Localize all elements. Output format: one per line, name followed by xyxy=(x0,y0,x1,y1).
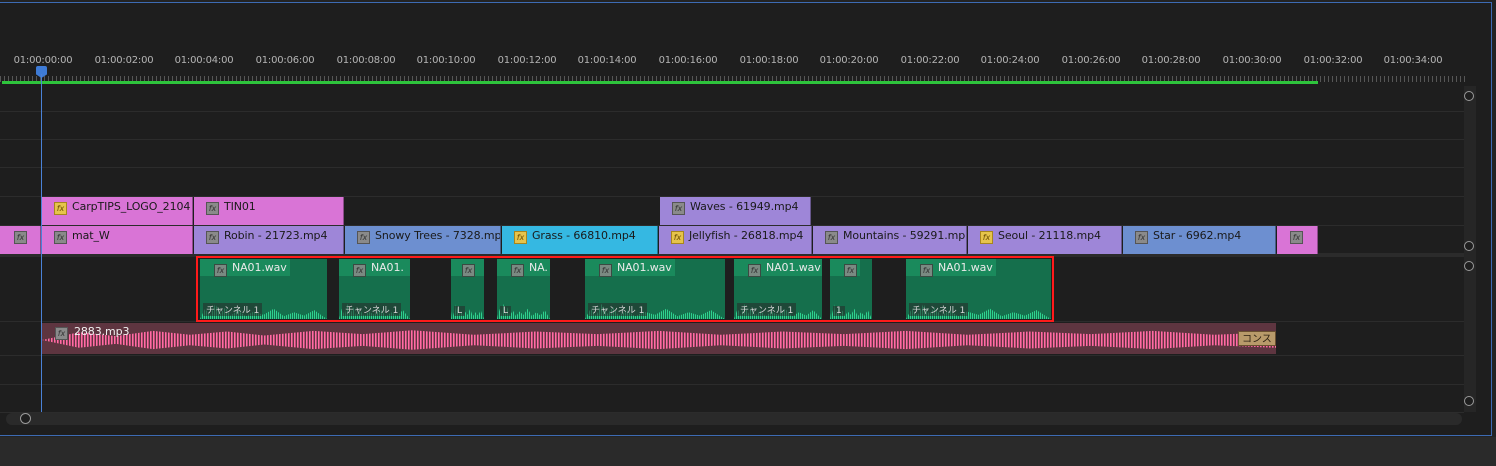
clip-label: Star - 6962.mp4 xyxy=(1153,229,1242,242)
clip-label: Grass - 66810.mp4 xyxy=(532,229,636,242)
fx-badge-icon: fx xyxy=(671,231,684,244)
fx-badge-icon: fx xyxy=(825,231,838,244)
timecode-label: 01:00:24:00 xyxy=(980,55,1040,66)
timecode-label: 01:00:08:00 xyxy=(336,55,396,66)
audio-waveform-right xyxy=(42,340,1276,350)
audio-track-3[interactable] xyxy=(0,355,1464,385)
video-clip[interactable]: fx Jellyfish - 26818.mp4 xyxy=(659,226,812,254)
clip-label: Mountains - 59291.mp xyxy=(843,229,966,242)
clip-label: Seoul - 21118.mp4 xyxy=(998,229,1101,242)
timecode-label: 01:00:00:00 xyxy=(13,55,73,66)
timecode-label: 01:00:26:00 xyxy=(1061,55,1121,66)
timecode-label: 01:00:16:00 xyxy=(658,55,718,66)
timecode-label: 01:00:10:00 xyxy=(416,55,476,66)
vscroll-video-bottom-handle[interactable] xyxy=(1464,241,1474,251)
fx-badge-icon: fx xyxy=(206,231,219,244)
audio-waveform-left xyxy=(42,330,1276,340)
hscroll-handle[interactable] xyxy=(20,413,31,424)
timecode-label: 01:00:12:00 xyxy=(497,55,557,66)
timecode-label: 01:00:14:00 xyxy=(577,55,637,66)
video-clip[interactable]: fx xyxy=(0,226,41,254)
vscroll-audio-top-handle[interactable] xyxy=(1464,261,1474,271)
clip-label: Snowy Trees - 7328.mp xyxy=(375,229,501,242)
work-area-bar[interactable] xyxy=(2,81,1318,84)
bottom-strip xyxy=(0,437,1496,466)
timecode-label: 01:00:28:00 xyxy=(1141,55,1201,66)
video-track-4[interactable] xyxy=(0,139,1464,168)
playhead-line xyxy=(41,74,42,412)
clip-label: Robin - 21723.mp4 xyxy=(224,229,328,242)
video-clip[interactable]: fx Star - 6962.mp4 xyxy=(1123,226,1276,254)
audio-track-4[interactable] xyxy=(0,384,1464,413)
fx-badge-icon: fx xyxy=(55,327,68,340)
video-track-6[interactable] xyxy=(0,86,1464,112)
horizontal-scrollbar[interactable] xyxy=(6,413,1462,425)
fx-badge-icon: fx xyxy=(1135,231,1148,244)
vscroll-top-handle[interactable] xyxy=(1464,91,1474,101)
clip-label: Jellyfish - 26818.mp4 xyxy=(689,229,804,242)
clip-label: 2883.mp3 xyxy=(74,325,130,338)
vscroll-bottom-handle[interactable] xyxy=(1464,396,1474,406)
video-track-3[interactable] xyxy=(0,167,1464,197)
timecode-label: 01:00:32:00 xyxy=(1303,55,1363,66)
fx-badge-icon: fx xyxy=(672,202,685,215)
transition-tail-label[interactable]: コンス xyxy=(1238,331,1276,346)
fx-badge-icon: fx xyxy=(206,202,219,215)
video-clip[interactable]: fx Grass - 66810.mp4 xyxy=(502,226,658,254)
clip-label: mat_W xyxy=(72,229,110,242)
video-clip[interactable]: fx mat_W xyxy=(42,226,193,254)
timecode-label: 01:00:20:00 xyxy=(819,55,879,66)
video-clip[interactable]: fx Mountains - 59291.mp xyxy=(813,226,967,254)
clip-label: Waves - 61949.mp4 xyxy=(690,200,799,213)
timecode-label: 01:00:02:00 xyxy=(94,55,154,66)
timecode-label: 01:00:34:00 xyxy=(1383,55,1443,66)
timecode-label: 01:00:30:00 xyxy=(1222,55,1282,66)
fx-badge-icon: fx xyxy=(54,202,67,215)
fx-badge-icon: fx xyxy=(14,231,27,244)
video-clip[interactable]: fx Waves - 61949.mp4 xyxy=(660,197,811,225)
time-ruler[interactable]: 01:00:00:00 01:00:02:00 01:00:04:00 01:0… xyxy=(0,48,1466,84)
fx-badge-icon: fx xyxy=(980,231,993,244)
video-clip[interactable]: fx xyxy=(1277,226,1318,254)
video-clip[interactable]: fx Snowy Trees - 7328.mp xyxy=(345,226,501,254)
timeline-window: 01:00:00:00 01:00:02:00 01:00:04:00 01:0… xyxy=(0,0,1496,466)
timecode-label: 01:00:06:00 xyxy=(255,55,315,66)
selection-highlight xyxy=(196,256,1054,322)
clip-label: TIN01 xyxy=(224,200,256,213)
fx-badge-icon: fx xyxy=(54,231,67,244)
video-track-5[interactable] xyxy=(0,111,1464,140)
video-clip[interactable]: fx Seoul - 21118.mp4 xyxy=(968,226,1122,254)
video-clip[interactable]: fx Robin - 21723.mp4 xyxy=(194,226,344,254)
music-clip[interactable]: fx 2883.mp3 xyxy=(42,323,1276,354)
timecode-label: 01:00:18:00 xyxy=(739,55,799,66)
video-clip[interactable]: fx CarpTIPS_LOGO_2104 xyxy=(42,197,193,225)
fx-badge-icon: fx xyxy=(357,231,370,244)
timecode-label: 01:00:22:00 xyxy=(900,55,960,66)
fx-badge-icon: fx xyxy=(514,231,527,244)
video-clip[interactable]: fx TIN01 xyxy=(194,197,344,225)
fx-badge-icon: fx xyxy=(1290,231,1303,244)
timecode-label: 01:00:04:00 xyxy=(174,55,234,66)
clip-label: CarpTIPS_LOGO_2104 xyxy=(72,200,191,213)
